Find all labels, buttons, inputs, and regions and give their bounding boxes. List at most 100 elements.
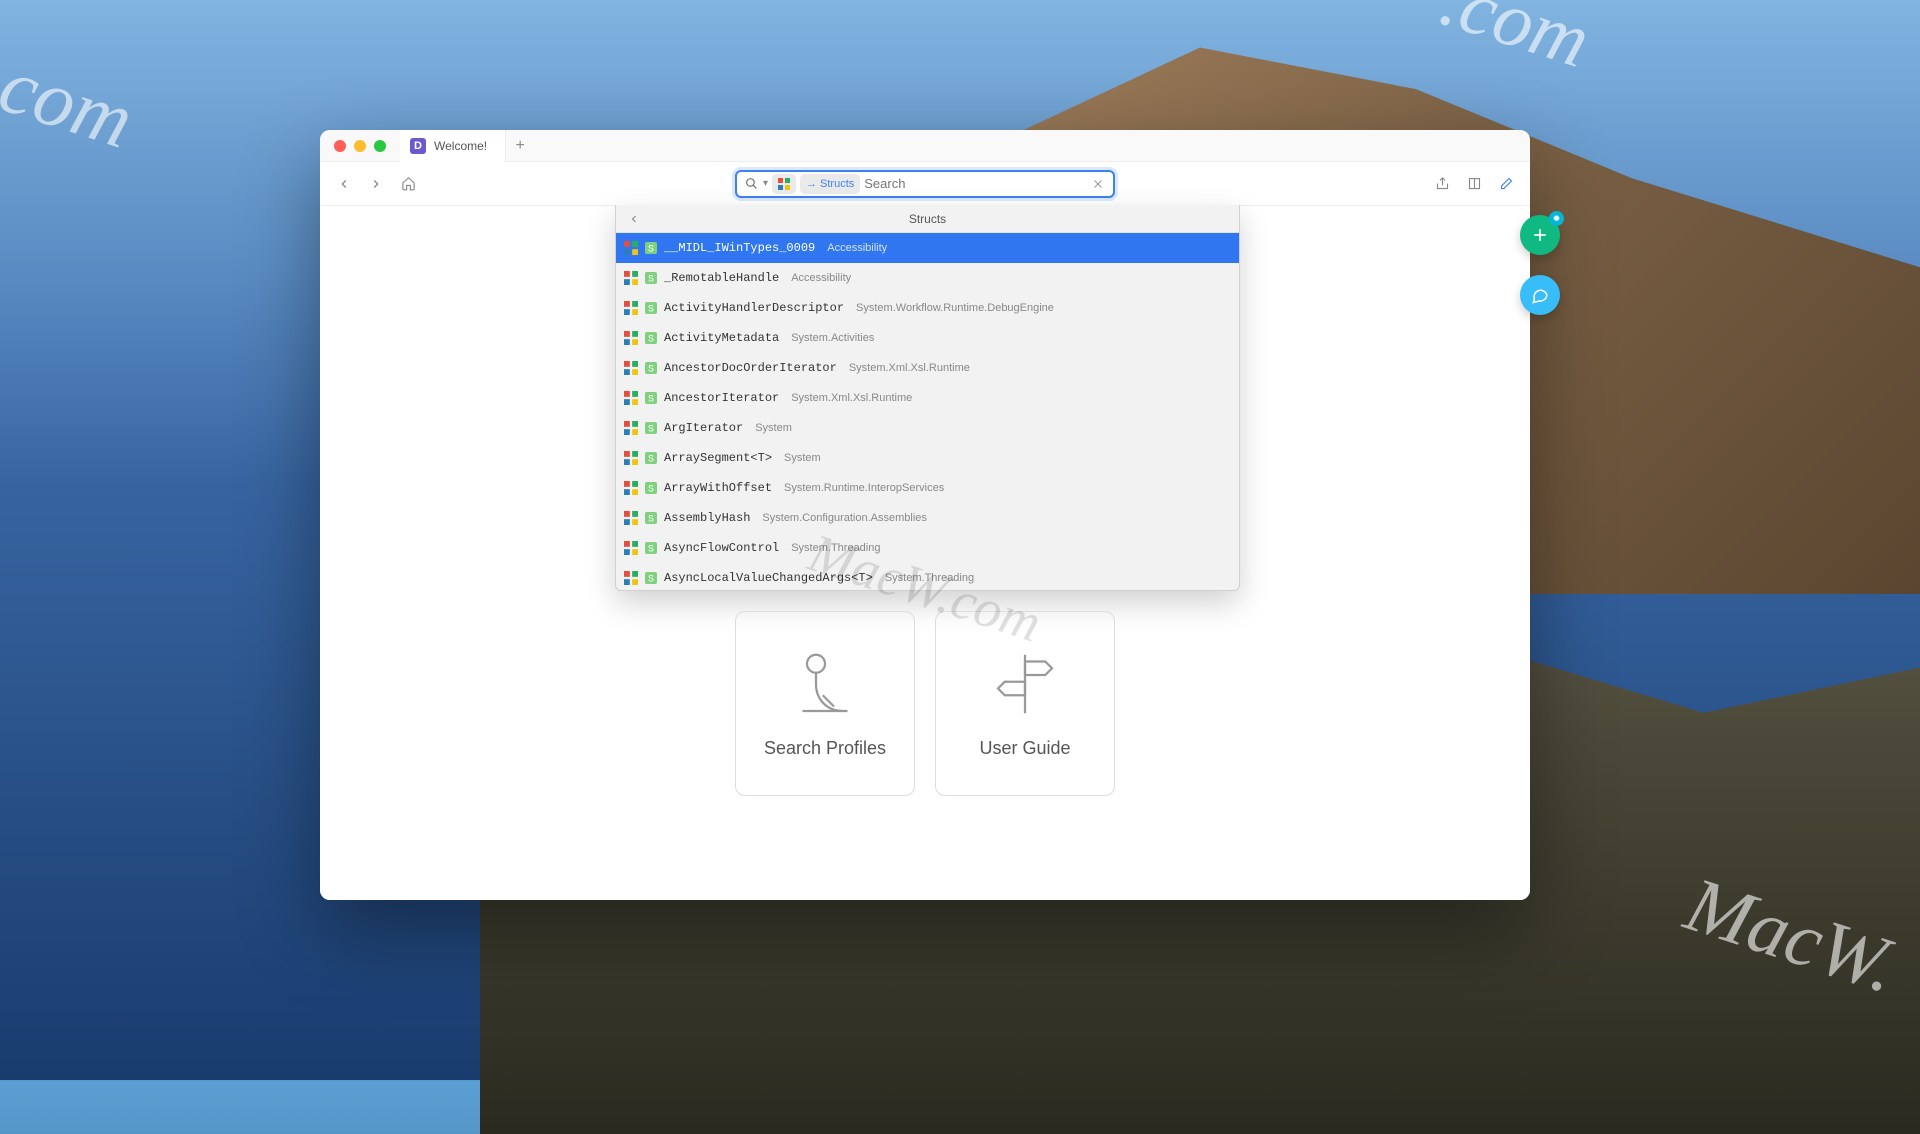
svg-text:S: S (648, 425, 654, 436)
dropdown-item[interactable]: S ArrayWithOffset System.Runtime.InteropSe… (616, 473, 1239, 503)
search-dropdown-caret[interactable]: ▾ (763, 178, 768, 189)
app-icon: D (410, 138, 426, 154)
svg-text:S: S (648, 485, 654, 496)
dropdown-item[interactable]: S _RemotableHandle Accessibility (616, 263, 1239, 293)
struct-icon: S (644, 361, 658, 375)
docset-icon (624, 361, 638, 375)
dropdown-item-name: ArrayWithOffset (664, 481, 772, 495)
card-label: User Guide (979, 738, 1070, 759)
app-window: D Welcome! + ▾ → Structs (320, 130, 1530, 900)
feedback-button[interactable] (1520, 275, 1560, 315)
dropdown-back-button[interactable] (624, 209, 644, 229)
edit-button[interactable] (1492, 170, 1520, 198)
minimize-window-button[interactable] (354, 140, 366, 152)
dropdown-item-namespace: System.Xml.Xsl.Runtime (791, 392, 912, 404)
signpost-icon (989, 648, 1061, 720)
svg-text:S: S (648, 545, 654, 556)
window-controls (320, 140, 400, 152)
docset-icon (624, 331, 638, 345)
dropdown-item[interactable]: SAncestorIteratorSystem.Xml.Xsl.Runtime (616, 383, 1239, 413)
struct-icon: S (644, 391, 658, 405)
nav-back-button[interactable] (330, 170, 358, 198)
search-icon (739, 177, 763, 190)
dropdown-item-namespace: System (755, 422, 792, 434)
search-profiles-card[interactable]: Search Profiles (735, 611, 915, 796)
svg-text:S: S (648, 365, 654, 376)
struct-icon: S (644, 421, 658, 435)
dropdown-item[interactable]: SAncestorDocOrderIteratorSystem.Xml.Xsl.… (616, 353, 1239, 383)
search-dropdown: Structs S__MIDL_IWinTypes_0009Accessibil… (615, 205, 1240, 591)
dropdown-list[interactable]: S__MIDL_IWinTypes_0009AccessibilityS_Rem… (616, 233, 1239, 590)
share-button[interactable] (1428, 170, 1456, 198)
svg-text:S: S (648, 395, 654, 406)
new-tab-button[interactable]: + (506, 132, 534, 160)
dropdown-item[interactable]: SActivityMetadataSystem.Activities (616, 323, 1239, 353)
search-input[interactable] (864, 176, 1087, 191)
welcome-cards: Search Profiles User Guide (735, 611, 1115, 796)
svg-text:S: S (648, 515, 654, 526)
dropdown-title: Structs (616, 212, 1239, 226)
dropdown-item-namespace: System.Configuration.Assemblies (762, 512, 926, 524)
docset-icon (624, 541, 638, 555)
svg-text:S: S (648, 575, 654, 586)
dropdown-item-namespace: System.Threading (885, 572, 974, 584)
dropdown-item-namespace: System.Runtime.InteropServices (784, 482, 944, 494)
maximize-window-button[interactable] (374, 140, 386, 152)
dropdown-item[interactable]: SActivityHandlerDescriptorSystem.Workflo… (616, 293, 1239, 323)
home-button[interactable] (394, 170, 422, 198)
scope-chip-label: Structs (820, 178, 854, 190)
svg-text:S: S (648, 275, 654, 286)
arrow-right-icon: → (806, 178, 817, 190)
dropdown-item-namespace: Accessibility (827, 242, 887, 254)
bookmarks-button[interactable] (1460, 170, 1488, 198)
struct-icon: S (644, 241, 658, 255)
close-window-button[interactable] (334, 140, 346, 152)
docset-icon (624, 241, 638, 255)
struct-icon: S (644, 481, 658, 495)
struct-icon: S (644, 271, 658, 285)
docset-icon (624, 421, 638, 435)
docset-icon (624, 511, 638, 525)
dropdown-item[interactable]: S ArgIterator System (616, 413, 1239, 443)
content-area: Structs S__MIDL_IWinTypes_0009Accessibil… (320, 206, 1530, 900)
docset-icon (624, 301, 638, 315)
titlebar: D Welcome! + (320, 130, 1530, 162)
dropdown-item-name: ArraySegment<T> (664, 451, 772, 465)
user-guide-card[interactable]: User Guide (935, 611, 1115, 796)
docset-icon (624, 271, 638, 285)
dropdown-item[interactable]: S AssemblyHash System.Configuration.Assemb… (616, 503, 1239, 533)
dropdown-item-name: ActivityMetadata (664, 331, 779, 345)
dropdown-item-name: AncestorDocOrderIterator (664, 361, 837, 375)
gear-icon (1549, 211, 1564, 226)
search-bar: ▾ → Structs (735, 170, 1115, 198)
dropdown-item[interactable]: S AsyncLocalValueChangedArgs<T> System.Thr… (616, 563, 1239, 590)
tab-title: Welcome! (434, 139, 487, 153)
dropdown-item[interactable]: S AsyncFlowControl System.Threading (616, 533, 1239, 563)
docset-icon (624, 571, 638, 585)
dropdown-item-namespace: System.Threading (791, 542, 880, 554)
dropdown-item-name: AssemblyHash (664, 511, 750, 525)
scope-chip-structs[interactable]: → Structs (800, 174, 860, 194)
dropdown-item[interactable]: SArraySegment<T>System (616, 443, 1239, 473)
card-label: Search Profiles (764, 738, 886, 759)
struct-icon: S (644, 511, 658, 525)
dropdown-item-name: AsyncLocalValueChangedArgs<T> (664, 571, 873, 585)
dropdown-item-namespace: System (784, 452, 821, 464)
scope-chip-docset[interactable] (772, 174, 796, 194)
svg-text:S: S (648, 305, 654, 316)
clear-search-button[interactable] (1087, 178, 1109, 190)
tab-welcome[interactable]: D Welcome! (400, 130, 506, 162)
dropdown-item-namespace: Accessibility (791, 272, 851, 284)
microscope-icon (789, 648, 861, 720)
docset-icon (624, 391, 638, 405)
struct-icon: S (644, 331, 658, 345)
dropdown-item-name: AsyncFlowControl (664, 541, 779, 555)
add-button[interactable] (1520, 215, 1560, 255)
dropdown-item-namespace: System.Workflow.Runtime.DebugEngine (856, 302, 1054, 314)
toolbar: ▾ → Structs (320, 162, 1530, 206)
dropdown-item-name: _RemotableHandle (664, 271, 779, 285)
svg-text:S: S (648, 245, 654, 256)
dropdown-item[interactable]: S__MIDL_IWinTypes_0009Accessibility (616, 233, 1239, 263)
nav-forward-button[interactable] (362, 170, 390, 198)
dropdown-item-name: ArgIterator (664, 421, 743, 435)
